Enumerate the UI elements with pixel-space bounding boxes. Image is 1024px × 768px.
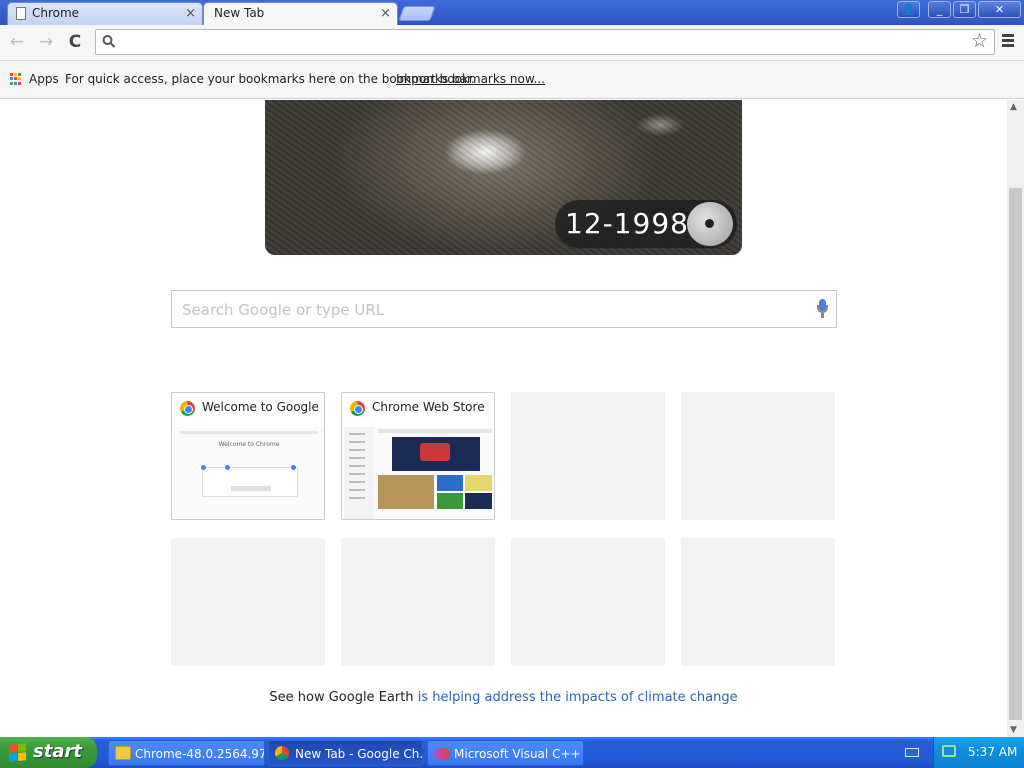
windows-logo-icon [9,743,27,762]
empty-tile [511,392,665,520]
climate-change-link[interactable]: is helping address the impacts of climat… [418,690,738,705]
import-bookmarks-link[interactable]: Import bookmarks now... [396,72,545,86]
reload-button[interactable]: C [63,30,87,54]
thumbnail-heading: Welcome to Chrome [218,441,280,448]
taskbar: start Chrome-48.0.2564.97 New Tab - Goog… [0,737,1024,768]
most-visited-tile[interactable]: Welcome to Google Chrome Welcome to Chro… [171,392,325,520]
tile-thumbnail [344,427,494,519]
tile-title: Welcome to Google Chrome [202,400,322,414]
menu-icon[interactable] [1002,34,1014,49]
empty-tile [681,538,835,666]
chrome-icon [180,401,195,416]
folder-icon [115,746,131,760]
task-label: Microsoft Visual C++ [454,747,581,761]
close-window-button[interactable]: ✕ [978,1,1021,18]
new-tab-button[interactable] [398,6,436,21]
earth-image[interactable]: 12-1998 [265,100,742,255]
globe-icon [687,202,733,246]
clock[interactable]: 5:37 AM [968,745,1017,759]
back-button[interactable]: ← [5,30,29,54]
microphone-icon[interactable] [816,299,828,319]
page-icon [16,7,26,20]
earth-caption: See how Google Earth is helping address … [0,690,1007,705]
forward-button[interactable]: → [34,30,58,54]
taskbar-item-visual-cpp[interactable]: Microsoft Visual C++ [427,740,584,766]
browser-toolbar: ← → C ☆ [0,25,1024,61]
empty-tile [681,392,835,520]
tab-label: New Tab [214,6,265,20]
apps-grid-icon[interactable] [10,73,22,85]
scroll-down-icon[interactable]: ▼ [1010,725,1017,735]
search-icon [102,35,116,48]
tile-title: Chrome Web Store [372,400,485,414]
bookmarks-bar: Apps For quick access, place your bookma… [0,61,1024,99]
vertical-scrollbar[interactable]: ▲ ▼ [1007,100,1024,737]
address-input[interactable] [124,33,964,51]
tab-strip: Chrome × New Tab × 👤 _ ❐ ✕ [0,0,1024,25]
apps-link[interactable]: Apps [29,72,59,86]
close-tab-icon[interactable]: × [185,3,196,24]
search-box[interactable] [171,290,837,328]
tab-label: Chrome [32,6,80,20]
task-label: Chrome-48.0.2564.97 [135,747,265,761]
chrome-icon [275,746,289,760]
new-tab-page: 12-1998 Welcome to Google Chrome Welcome… [0,100,1007,737]
close-tab-icon[interactable]: × [380,3,391,24]
network-icon[interactable] [942,745,956,757]
tab-chrome[interactable]: Chrome × [7,2,203,25]
task-label: New Tab - Google Ch... [295,747,423,761]
user-icon[interactable]: 👤 [897,1,920,18]
visual-cpp-icon [434,748,450,760]
search-input[interactable] [182,300,802,320]
taskbar-item-chrome[interactable]: New Tab - Google Ch... [268,740,423,766]
empty-tile [511,538,665,666]
bookmark-star-icon[interactable]: ☆ [971,30,988,52]
taskbar-item-folder[interactable]: Chrome-48.0.2564.97 [108,740,265,766]
omnibox[interactable]: ☆ [95,29,995,55]
start-button[interactable]: start [0,737,97,768]
restore-button[interactable]: ❐ [953,1,976,18]
keyboard-icon[interactable] [905,748,919,757]
scroll-thumb[interactable] [1009,188,1022,720]
empty-tile [341,538,495,666]
start-label: start [33,741,82,762]
scroll-up-icon[interactable]: ▲ [1010,102,1017,112]
minimize-button[interactable]: _ [928,1,951,18]
most-visited-tile[interactable]: Chrome Web Store [341,392,495,520]
date-label: 12-1998 [565,207,689,240]
system-tray: 5:37 AM [933,737,1024,768]
date-badge: 12-1998 [555,200,737,248]
empty-tile [171,538,325,666]
tile-thumbnail: Welcome to Chrome [174,427,324,519]
tab-new-tab[interactable]: New Tab × [203,2,398,25]
caption-text: See how Google Earth [269,690,414,705]
chrome-web-store-icon [350,401,365,416]
